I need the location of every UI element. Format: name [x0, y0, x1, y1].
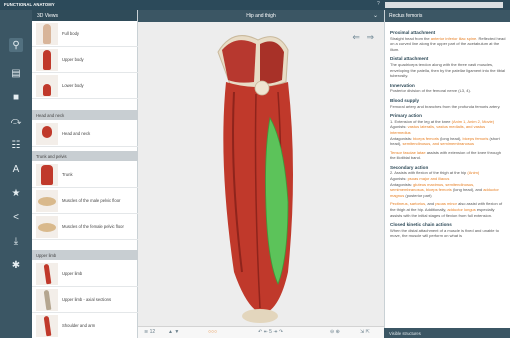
trunk-thumbnail — [36, 164, 58, 186]
info-text: Femoral artery and branches from the pro… — [390, 103, 501, 109]
viewer-header[interactable]: Hip and thigh ⌄ — [138, 10, 384, 22]
rotation-controls[interactable]: ↶ ↞ 5 ↠ ↷ — [258, 329, 283, 335]
views-list-panel: 3D Views Full body Upper body Lower body… — [32, 10, 138, 338]
body-model-icon[interactable]: ⚲ — [9, 38, 23, 52]
section-header: Upper limb — [32, 250, 138, 260]
list-item-label: Lower body — [62, 83, 84, 88]
list-item-label: Muscles of the female pelvic floor — [62, 224, 124, 229]
list-item[interactable]: Shoulder and arm — [32, 313, 138, 338]
list-item-label: Muscles of the male pelvic floor — [62, 198, 121, 203]
section-header: Head and neck — [32, 110, 138, 120]
favorites-icon[interactable]: ★ — [9, 186, 23, 200]
list-item-label: Head and neck — [62, 131, 91, 136]
settings-gear-icon[interactable]: ✱ — [9, 258, 23, 272]
female-pelvic-floor-thumbnail — [36, 216, 58, 238]
info-text: Antagonists: gluteus maximus, semitendin… — [390, 181, 499, 198]
share-icon[interactable]: < — [9, 210, 23, 224]
color-mode-icon[interactable]: ○○○ — [208, 329, 217, 335]
list-header: 3D Views — [32, 10, 137, 21]
model-viewer: Hip and thigh ⌄ ⇐ ⇒ ≋ 12 ▲ ▼ ○○○ ↶ ↞ 5 ↠… — [138, 10, 384, 338]
info-text: Straight head from the anterior inferior… — [390, 35, 506, 52]
lower-body-thumbnail — [36, 75, 58, 97]
anatomy-3d-canvas[interactable] — [138, 22, 384, 326]
head-neck-thumbnail — [36, 123, 58, 145]
hip-thigh-model-illustration — [217, 35, 293, 323]
visible-structures-bar[interactable]: Visible structures — [384, 328, 510, 338]
zoom-controls[interactable]: ⊖ ⊕ — [330, 329, 340, 335]
list-item-label: Trunk — [62, 172, 73, 177]
app-title: FUNCTIONAL ANATOMY — [4, 2, 55, 7]
section-header: Trunk and pelvis — [32, 151, 138, 161]
list-item[interactable]: Trunk — [32, 162, 138, 188]
list-item-label: Upper limb - axial sections — [62, 297, 112, 302]
title-bar: FUNCTIONAL ANATOMY ? — [0, 0, 510, 10]
list-item[interactable]: Full body — [32, 21, 138, 47]
help-icon[interactable]: ? — [377, 1, 380, 7]
info-body: Proximal attachment Straight head from t… — [390, 26, 506, 326]
list-item[interactable]: Upper body — [32, 47, 138, 73]
layers-control[interactable]: ≋ 12 — [144, 329, 155, 335]
upper-body-thumbnail — [36, 49, 58, 71]
view-navigation-arrows[interactable]: ⇐ ⇒ — [352, 32, 376, 43]
library-icon[interactable]: ▤ — [9, 66, 23, 80]
male-pelvic-floor-thumbnail — [36, 190, 58, 212]
info-text: Agonists: vastus lateralis, vastus media… — [390, 124, 486, 135]
list-item-label: Upper body — [62, 57, 84, 62]
info-text: Antagonists: biceps femoris (long head),… — [390, 135, 500, 147]
info-text: Posterior division of the femoral nerve … — [390, 88, 471, 94]
layer-up-down-buttons[interactable]: ▲ ▼ — [168, 329, 179, 335]
hierarchy-icon[interactable]: ☷ — [9, 138, 23, 152]
structure-info-panel: Rectus femoris Proximal attachment Strai… — [384, 10, 510, 338]
full-body-thumbnail — [36, 23, 58, 45]
fit-view-icon[interactable]: ⇲ ⇱ — [360, 329, 370, 335]
movement-icon[interactable]: ⤼ — [9, 114, 23, 128]
list-item-label: Shoulder and arm — [62, 323, 96, 328]
list-item[interactable]: Muscles of the female pelvic floor — [32, 214, 138, 240]
info-text: Tensor fasciae latae assists with extens… — [390, 149, 501, 161]
list-item[interactable]: Upper limb — [32, 261, 138, 287]
list-item[interactable]: Upper limb - axial sections — [32, 287, 138, 313]
info-text: The quadriceps tendon along with the thr… — [390, 61, 505, 79]
left-navigation: ⚲ ▤ ■ ⤼ ☷ A ★ < ⤓ ✱ — [0, 10, 32, 338]
list-item-label: Upper limb — [62, 271, 83, 276]
info-text: When the distal attachment of a muscle i… — [390, 227, 499, 239]
shoulder-arm-thumbnail — [36, 315, 58, 337]
chevron-down-icon[interactable]: ⌄ — [373, 12, 378, 19]
download-icon[interactable]: ⤓ — [9, 234, 23, 248]
info-text: Pectineus, sartorius, and psoas minor al… — [390, 201, 503, 218]
video-icon[interactable]: ■ — [9, 90, 23, 104]
list-item[interactable]: Lower body — [32, 73, 138, 99]
view-title: Hip and thigh — [246, 13, 276, 19]
upper-limb-thumbnail — [36, 263, 58, 285]
search-field[interactable] — [385, 2, 503, 8]
info-title: Rectus femoris — [385, 10, 510, 22]
list-item-label: Full body — [62, 31, 79, 36]
list-item[interactable]: Head and neck — [32, 121, 138, 147]
alphabetical-icon[interactable]: A — [9, 162, 23, 176]
upper-limb-sections-thumbnail — [36, 289, 58, 311]
viewer-toolbar: ≋ 12 ▲ ▼ ○○○ ↶ ↞ 5 ↠ ↷ ⊖ ⊕ ⇲ ⇱ — [138, 326, 384, 338]
list-item[interactable]: Muscles of the male pelvic floor — [32, 188, 138, 214]
